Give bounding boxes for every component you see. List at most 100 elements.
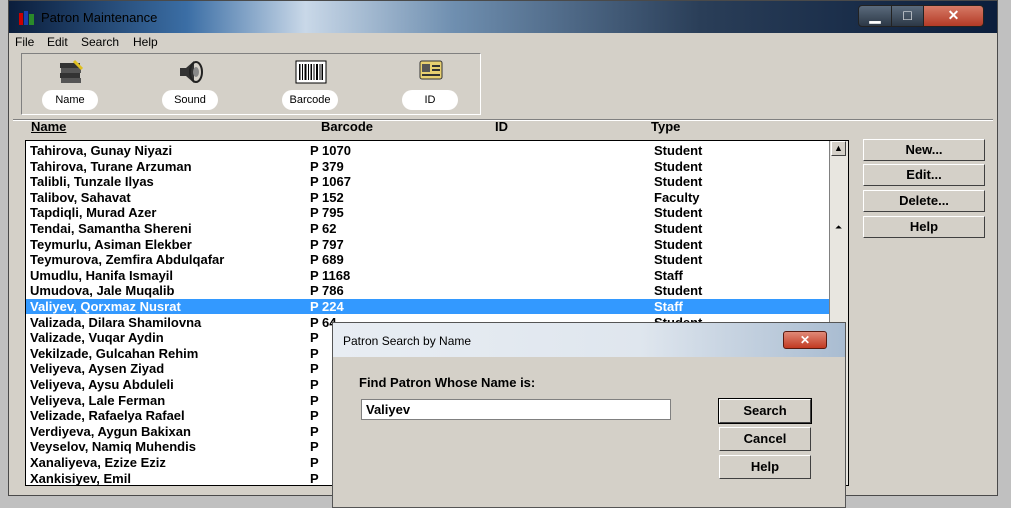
dialog-close-button[interactable]: ✕ bbox=[783, 331, 827, 349]
row-barcode: P bbox=[310, 377, 319, 392]
row-type: Student bbox=[654, 283, 703, 299]
table-row[interactable]: Valiyev, Qorxmaz Nusrat P 224 Staff bbox=[26, 299, 832, 314]
column-header-type[interactable]: Type bbox=[651, 119, 680, 134]
menu-help[interactable]: Help bbox=[133, 35, 158, 49]
table-row[interactable]: Tapdiqli, Murad Azer P 795 Student bbox=[26, 205, 832, 220]
column-header-name[interactable]: Name bbox=[31, 119, 66, 134]
row-type: Student bbox=[654, 143, 703, 158]
row-name: Talibli, Tunzale Ilyas bbox=[30, 174, 154, 190]
table-row[interactable]: Tahirova, Turane Arzuman P 379 Student bbox=[26, 159, 832, 174]
close-icon: ✕ bbox=[799, 333, 811, 347]
find-label: Find Patron Whose Name is: bbox=[359, 375, 536, 390]
row-type: Student bbox=[654, 236, 703, 252]
toolbar-id-button[interactable]: ID bbox=[386, 54, 474, 114]
row-barcode: P 224 bbox=[310, 299, 344, 314]
name-books-icon bbox=[60, 59, 84, 83]
search-dialog: Patron Search by Name ✕ Find Patron Whos… bbox=[332, 322, 846, 508]
window-title: Patron Maintenance bbox=[41, 10, 158, 25]
toolbar-label: ID bbox=[402, 90, 458, 110]
row-name: Tahirova, Turane Arzuman bbox=[30, 158, 192, 174]
row-type: Staff bbox=[654, 267, 683, 283]
row-name: Valizade, Vuqar Aydin bbox=[30, 330, 164, 346]
name-search-input[interactable] bbox=[361, 399, 671, 420]
maximize-icon: □ bbox=[903, 7, 912, 23]
toolbar-label: Sound bbox=[162, 90, 218, 110]
menu-search[interactable]: Search bbox=[81, 35, 119, 49]
row-barcode: P 797 bbox=[310, 236, 344, 252]
row-type: Student bbox=[654, 205, 703, 221]
row-barcode: P 689 bbox=[310, 252, 344, 268]
row-name: Verdiyeva, Aygun Bakixan bbox=[30, 423, 191, 439]
row-barcode: P bbox=[310, 330, 319, 346]
scroll-up-icon: ▲ bbox=[834, 143, 843, 153]
row-barcode: P 795 bbox=[310, 205, 344, 221]
menu-file[interactable]: File bbox=[15, 35, 34, 49]
column-header-barcode[interactable]: Barcode bbox=[321, 119, 373, 134]
row-type: Student bbox=[654, 221, 703, 236]
table-row[interactable]: Teymurlu, Asiman Elekber P 797 Student bbox=[26, 237, 832, 252]
row-barcode: P 379 bbox=[310, 158, 344, 174]
scroll-thumb-icon: ⏶ bbox=[834, 222, 843, 232]
scroll-thumb[interactable]: ⏶ bbox=[831, 221, 846, 236]
minimize-button[interactable]: ▁ bbox=[858, 5, 892, 27]
barcode-icon bbox=[295, 60, 327, 84]
maximize-button[interactable]: □ bbox=[891, 5, 924, 27]
row-type: Student bbox=[654, 174, 703, 190]
row-name: Veliyeva, Aysu Abduleli bbox=[30, 377, 174, 392]
dialog-title: Patron Search by Name bbox=[343, 334, 472, 348]
id-card-icon bbox=[419, 60, 443, 80]
row-barcode: P 1070 bbox=[310, 143, 351, 158]
help-button[interactable]: Help bbox=[863, 216, 985, 238]
table-row[interactable]: Umudova, Jale Muqalib P 786 Student bbox=[26, 283, 832, 298]
table-row[interactable]: Tendai, Samantha Shereni P 62 Student bbox=[26, 221, 832, 236]
row-name: Velizade, Rafaelya Rafael bbox=[30, 408, 185, 424]
row-barcode: P bbox=[310, 392, 319, 408]
row-barcode: P bbox=[310, 423, 319, 439]
toolbar-barcode-button[interactable]: Barcode bbox=[266, 54, 354, 114]
app-icon bbox=[19, 11, 34, 25]
new-button[interactable]: New... bbox=[863, 139, 985, 161]
delete-button[interactable]: Delete... bbox=[863, 190, 985, 212]
row-barcode: P bbox=[310, 455, 319, 470]
row-barcode: P bbox=[310, 439, 319, 455]
row-name: Teymurlu, Asiman Elekber bbox=[30, 236, 192, 252]
toolbar-sound-button[interactable]: Sound bbox=[146, 54, 234, 114]
dialog-help-button[interactable]: Help bbox=[719, 455, 811, 479]
row-name: Teymurova, Zemfira Abdulqafar bbox=[30, 252, 225, 268]
table-row[interactable]: Talibli, Tunzale Ilyas P 1067 Student bbox=[26, 174, 832, 189]
column-header-id[interactable]: ID bbox=[495, 119, 508, 134]
table-row[interactable]: Talibov, Sahavat P 152 Faculty bbox=[26, 190, 832, 205]
table-row[interactable]: Umudlu, Hanifa Ismayil P 1168 Staff bbox=[26, 268, 832, 283]
table-row[interactable]: Tahirova, Gunay Niyazi P 1070 Student bbox=[26, 143, 832, 158]
row-name: Xanaliyeva, Ezize Eziz bbox=[30, 455, 166, 470]
row-barcode: P bbox=[310, 361, 319, 377]
title-bar[interactable]: Patron Maintenance ▁ □ ✕ bbox=[9, 1, 997, 33]
row-barcode: P 62 bbox=[310, 221, 337, 236]
row-barcode: P 152 bbox=[310, 189, 344, 205]
row-barcode: P 1067 bbox=[310, 174, 351, 190]
edit-button[interactable]: Edit... bbox=[863, 164, 985, 186]
row-barcode: P bbox=[310, 470, 319, 486]
cancel-button[interactable]: Cancel bbox=[719, 427, 811, 451]
toolbar-name-button[interactable]: Name bbox=[26, 54, 114, 114]
row-barcode: P bbox=[310, 345, 319, 361]
row-name: Veyselov, Namiq Muhendis bbox=[30, 439, 196, 455]
row-type: Student bbox=[654, 252, 703, 268]
dialog-title-bar[interactable]: Patron Search by Name ✕ bbox=[333, 323, 845, 357]
row-barcode: P 1168 bbox=[310, 267, 351, 283]
row-barcode: P 786 bbox=[310, 283, 344, 299]
row-name: Valiyev, Qorxmaz Nusrat bbox=[30, 299, 181, 314]
speaker-icon bbox=[180, 61, 203, 83]
menu-edit[interactable]: Edit bbox=[47, 35, 68, 49]
toolbar-label: Name bbox=[42, 90, 98, 110]
scroll-up-button[interactable]: ▲ bbox=[831, 141, 846, 156]
row-type: Faculty bbox=[654, 189, 700, 205]
row-name: Veliyeva, Lale Ferman bbox=[30, 392, 166, 408]
minimize-icon: ▁ bbox=[869, 7, 881, 23]
search-button[interactable]: Search bbox=[718, 398, 812, 424]
close-button[interactable]: ✕ bbox=[923, 5, 984, 27]
row-name: Umudova, Jale Muqalib bbox=[30, 283, 175, 299]
toolbar-label: Barcode bbox=[282, 90, 338, 110]
table-row[interactable]: Teymurova, Zemfira Abdulqafar P 689 Studen… bbox=[26, 252, 832, 267]
row-name: Vekilzade, Gulcahan Rehim bbox=[30, 345, 199, 361]
